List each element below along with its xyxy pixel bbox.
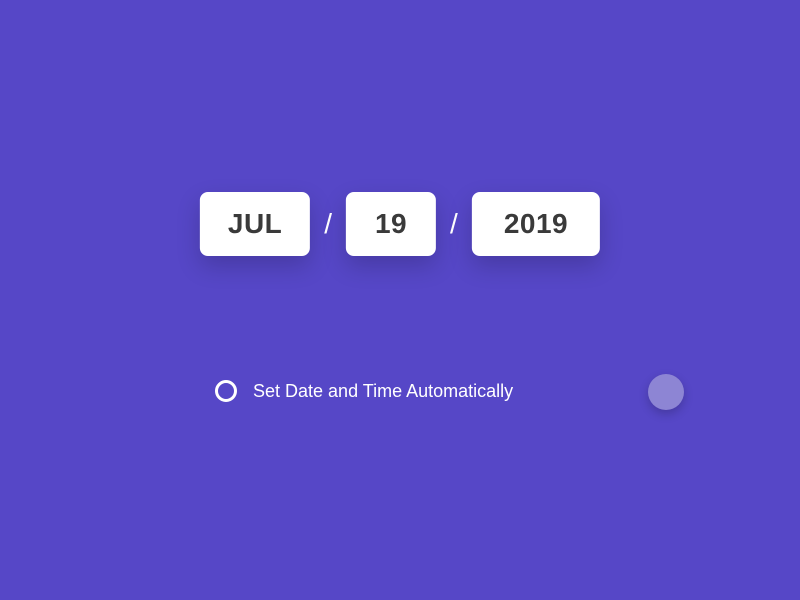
date-separator: / <box>450 208 458 240</box>
auto-datetime-option[interactable]: Set Date and Time Automatically <box>215 380 513 402</box>
auto-datetime-label: Set Date and Time Automatically <box>253 381 513 402</box>
toggle-knob[interactable] <box>648 374 684 410</box>
date-picker-row: JUL / 19 / 2019 <box>200 192 600 256</box>
day-field[interactable]: 19 <box>346 192 436 256</box>
year-field[interactable]: 2019 <box>472 192 600 256</box>
month-field[interactable]: JUL <box>200 192 310 256</box>
date-separator: / <box>324 208 332 240</box>
radio-icon <box>215 380 237 402</box>
